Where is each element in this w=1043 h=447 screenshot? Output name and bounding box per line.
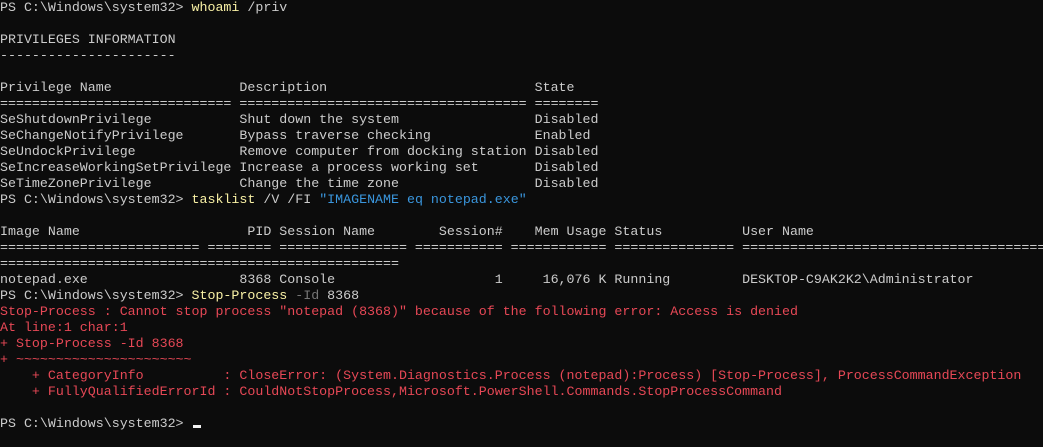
terminal-text-segment: -Id [287, 288, 320, 303]
terminal-text-segment: PS C:\Windows\system32> [0, 416, 192, 431]
terminal-line: ---------------------- [0, 48, 1043, 64]
terminal-line: SeTimeZonePrivilege Change the time zone… [0, 176, 1043, 192]
terminal-line: notepad.exe 8368 Console 1 16,076 K Runn… [0, 272, 1043, 288]
terminal-text-segment: ========================================… [0, 256, 399, 271]
terminal-line: ========================= ======== =====… [0, 240, 1043, 256]
terminal-text-segment: PS C:\Windows\system32> [0, 288, 192, 303]
terminal-text-segment: SeChangeNotifyPrivilege Bypass traverse … [0, 128, 591, 143]
terminal-line: At line:1 char:1 [0, 320, 1043, 336]
terminal-text-segment: Privilege Name Description State [0, 80, 575, 95]
text-cursor [192, 425, 201, 428]
terminal-line: + CategoryInfo : CloseError: (System.Dia… [0, 368, 1043, 384]
terminal-text-segment: Stop-Process : Cannot stop process "note… [0, 304, 798, 319]
terminal-line: ========================================… [0, 256, 1043, 272]
terminal-text-segment: Image Name PID Session Name Session# Mem… [0, 224, 814, 239]
terminal-text-segment: ========================= ======== =====… [0, 240, 1043, 255]
terminal-line: SeShutdownPrivilege Shut down the system… [0, 112, 1043, 128]
terminal-line: + ~~~~~~~~~~~~~~~~~~~~~~ [0, 352, 1043, 368]
terminal-text-segment: notepad.exe 8368 Console 1 16,076 K Runn… [0, 272, 974, 287]
terminal-line: PS C:\Windows\system32> tasklist /V /FI … [0, 192, 1043, 208]
terminal-line: PS C:\Windows\system32> [0, 416, 1043, 432]
terminal-text-segment: SeTimeZonePrivilege Change the time zone… [0, 176, 599, 191]
terminal-text-segment: ---------------------- [0, 48, 176, 63]
terminal-text-segment: + Stop-Process -Id 8368 [0, 336, 184, 351]
terminal-line: SeIncreaseWorkingSetPrivilege Increase a… [0, 160, 1043, 176]
terminal-text-segment: tasklist [191, 192, 256, 207]
terminal-text-segment: SeIncreaseWorkingSetPrivilege Increase a… [0, 160, 599, 175]
terminal-text-segment: /V /FI [255, 192, 320, 207]
terminal-line: PS C:\Windows\system32> whoami /priv [0, 0, 1043, 16]
terminal-text-segment: PS C:\Windows\system32> [0, 0, 192, 15]
terminal-line: Privilege Name Description State [0, 80, 1043, 96]
terminal-text-segment: At line:1 char:1 [0, 320, 128, 335]
terminal-line: SeChangeNotifyPrivilege Bypass traverse … [0, 128, 1043, 144]
terminal-line: PS C:\Windows\system32> Stop-Process -Id… [0, 288, 1043, 304]
terminal-line: ============================= ==========… [0, 96, 1043, 112]
terminal-text-segment: whoami [191, 0, 240, 15]
terminal-line: PRIVILEGES INFORMATION [0, 32, 1043, 48]
terminal-text-segment: + CategoryInfo : CloseError: (System.Dia… [0, 368, 1022, 383]
powershell-terminal[interactable]: PS C:\Windows\system32> whoami /priv PRIV… [0, 0, 1043, 447]
terminal-text-segment: PS C:\Windows\system32> [0, 192, 192, 207]
terminal-text-segment: "IMAGENAME eq notepad.exe" [319, 192, 527, 207]
terminal-text-segment: + ~~~~~~~~~~~~~~~~~~~~~~ [0, 352, 192, 367]
terminal-text-segment: + FullyQualifiedErrorId : CouldNotStopPr… [0, 384, 782, 399]
terminal-text-segment: SeShutdownPrivilege Shut down the system… [0, 112, 599, 127]
terminal-text-segment: /priv [239, 0, 288, 15]
terminal-text-segment: SeUndockPrivilege Remove computer from d… [0, 144, 599, 159]
terminal-text-segment: Stop-Process [191, 288, 288, 303]
terminal-line: + FullyQualifiedErrorId : CouldNotStopPr… [0, 384, 1043, 400]
terminal-text-segment: 8368 [319, 288, 360, 303]
terminal-line: + Stop-Process -Id 8368 [0, 336, 1043, 352]
terminal-line: Image Name PID Session Name Session# Mem… [0, 224, 1043, 240]
terminal-text-segment: ============================= ==========… [0, 96, 599, 111]
terminal-line: Stop-Process : Cannot stop process "note… [0, 304, 1043, 320]
terminal-line: SeUndockPrivilege Remove computer from d… [0, 144, 1043, 160]
terminal-text-segment: PRIVILEGES INFORMATION [0, 32, 176, 47]
